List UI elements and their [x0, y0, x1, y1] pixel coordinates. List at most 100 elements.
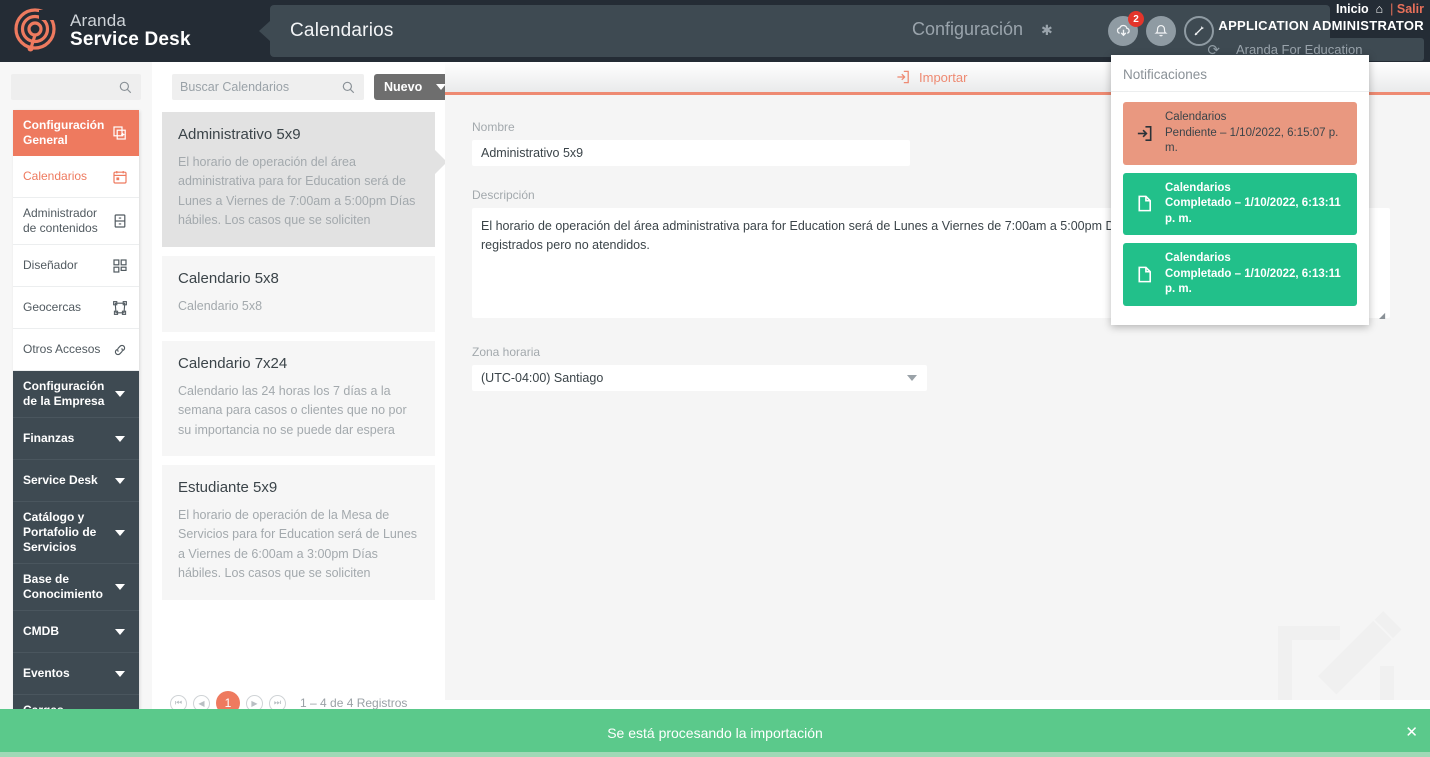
calendar-card-title: Calendario 5x8 — [178, 269, 279, 287]
import-label: Importar — [919, 69, 968, 85]
new-button[interactable]: Nuevo — [374, 74, 457, 100]
search-icon — [342, 81, 355, 93]
geofence-icon — [111, 300, 129, 316]
sidebar-item-label: Administrador de contenidos — [23, 206, 98, 235]
calendar-card-description: El horario de operación de la Mesa de Se… — [178, 508, 418, 581]
brand-logo-area[interactable]: Aranda Service Desk — [0, 0, 268, 62]
notification-item[interactable]: Calendarios Pendiente – 1/10/2022, 6:15:0… — [1123, 102, 1357, 165]
timezone-field-label: Zona horaria — [472, 345, 541, 359]
home-logout-row: Inicio ⌂ | Salir — [1207, 2, 1424, 16]
notification-title: Calendarios — [1165, 252, 1231, 265]
calendar-card[interactable]: Estudiante 5x9 El horario de operación de… — [162, 465, 435, 600]
sidebar-item-service-desk[interactable]: Service Desk — [13, 460, 139, 502]
name-input[interactable] — [472, 140, 910, 166]
sidebar-item-label: CMDB — [23, 624, 59, 638]
download-cloud-icon[interactable]: 2 — [1108, 11, 1144, 46]
sidebar-item-otros-accesos[interactable]: Otros Accesos — [13, 329, 139, 371]
calendar-card[interactable]: Administrativo 5x9 El horario de operació… — [162, 112, 447, 247]
header-icon-group: 2 — [1108, 11, 1214, 46]
sidebar-item-base-de-conocimiento[interactable]: Base de Conocimiento — [13, 564, 139, 611]
notification-title: Calendarios — [1165, 181, 1231, 194]
notification-status: Pendiente – 1/10/2022, 6:15:07 p. m. — [1165, 126, 1339, 155]
sidebar-item-label: Base de Conocimiento — [23, 572, 103, 601]
brand-line-2: Service Desk — [70, 28, 191, 50]
notifications-list: Calendarios Pendiente – 1/10/2022, 6:15:0… — [1111, 92, 1369, 306]
notification-item[interactable]: Calendarios Completado – 1/10/2022, 6:13:… — [1123, 243, 1357, 306]
sidebar-item-catálogo-y-portafolio-de-servicios[interactable]: Catálogo y Portafolio de Servicios — [13, 502, 139, 564]
sidebar-item-diseñador[interactable]: Diseñador — [13, 245, 139, 287]
chevron-down-icon — [111, 391, 129, 397]
sidebar-item-eventos[interactable]: Eventos — [13, 653, 139, 695]
sidebar-item-configuración-de-la-empresa[interactable]: Configuración de la Empresa — [13, 371, 139, 418]
sidebar-item-label: Catálogo y Portafolio de Servicios — [23, 510, 97, 554]
calendar-card-title: Estudiante 5x9 — [178, 479, 278, 496]
calendar-card-title: Administrativo 5x9 — [178, 126, 301, 143]
calendar-cards: Administrativo 5x9 El horario de operació… — [152, 112, 447, 600]
sidebar-nav-list: Configuración General Calendarios Administ… — [13, 110, 139, 742]
notification-status: Completado – 1/10/2022, 6:13:11 p. m. — [1165, 197, 1341, 225]
sidebar-item-calendarios[interactable]: Calendarios — [13, 156, 139, 198]
sidebar-item-label: Finanzas — [23, 431, 75, 445]
resize-handle[interactable]: ◢ — [1379, 311, 1387, 320]
document-icon — [1133, 265, 1155, 284]
application-window: Aranda Service Desk Calendarios Configur… — [0, 0, 1430, 757]
bell-icon[interactable] — [1146, 16, 1176, 46]
notification-item[interactable]: Calendarios Completado – 1/10/2022, 6:13:… — [1123, 172, 1357, 236]
search-input[interactable] — [180, 80, 341, 94]
import-button[interactable]: Importar — [895, 69, 967, 85]
chevron-down-icon — [111, 529, 129, 536]
calendar-list-panel: Nuevo Administrativo 5x9 El horario de op… — [152, 62, 457, 757]
archive-icon — [111, 213, 129, 229]
sidebar-item-label: Geocercas — [23, 300, 82, 314]
status-toast: Se está procesando la importación ✕ — [0, 709, 1430, 757]
grid-icon — [111, 258, 129, 274]
home-link[interactable]: Inicio — [1336, 2, 1369, 16]
toast-message: Se está procesando la importación — [607, 725, 823, 741]
sidebar-item-label: Calendarios — [23, 169, 88, 183]
sidebar-search-box[interactable] — [11, 74, 141, 100]
notification-text: Calendarios Completado – 1/10/2022, 6:13:… — [1165, 181, 1347, 228]
chevron-down-icon — [111, 628, 129, 635]
sidebar-item-geocercas[interactable]: Geocercas — [13, 287, 139, 329]
import-icon — [897, 70, 909, 84]
calendar-card[interactable]: Calendario 5x8 Calendario 5x8 — [162, 255, 435, 332]
configuration-menu-label[interactable]: Configuración — [912, 19, 1023, 40]
brand-line-1: Aranda — [70, 11, 127, 31]
separator: | — [1390, 2, 1394, 16]
new-button-label: Nuevo — [384, 80, 423, 94]
gear-icon[interactable]: ✱ — [1041, 22, 1053, 39]
sidebar-item-label: Otros Accesos — [23, 342, 101, 356]
notifications-panel: Notificaciones Calendarios Pendiente – 1/… — [1111, 55, 1369, 325]
sidebar-item-cmdb[interactable]: CMDB — [13, 611, 139, 653]
sidebar-item-finanzas[interactable]: Finanzas — [13, 418, 139, 460]
calendar-card-description: Calendario 5x8 — [178, 298, 263, 313]
top-header-bar: Aranda Service Desk Calendarios Configur… — [0, 0, 1430, 62]
logout-link[interactable]: Salir — [1397, 2, 1424, 16]
sidebar-item-label: Diseñador — [23, 258, 78, 272]
calendar-card[interactable]: Calendario 7x24 Calendario las 24 horas l… — [162, 340, 435, 456]
notification-text: Calendarios Pendiente – 1/10/2022, 6:15:0… — [1165, 110, 1347, 157]
sidebar-item-label: Configuración General — [23, 118, 105, 147]
calendar-card-description: El horario de operación del área adminis… — [178, 155, 416, 228]
search-icon — [119, 81, 132, 93]
list-search-box[interactable] — [172, 74, 364, 100]
close-icon[interactable]: ✕ — [1405, 723, 1418, 741]
sidebar-item-configuración-general[interactable]: Configuración General — [13, 110, 139, 156]
aranda-logo-icon — [12, 8, 58, 54]
notification-title: Calendarios — [1165, 111, 1227, 123]
import-icon — [1133, 124, 1155, 143]
home-icon[interactable]: ⌂ — [1372, 2, 1387, 16]
chevron-down-icon — [111, 584, 129, 590]
toast-progress-underline — [0, 752, 1430, 757]
notification-status: Completado – 1/10/2022, 6:13:11 p. m. — [1165, 267, 1341, 296]
user-block: Inicio ⌂ | Salir APPLICATION ADMINISTRAT… — [1207, 2, 1424, 61]
timezone-select[interactable]: (UTC-04:00) Santiago — [472, 365, 927, 391]
chevron-down-icon — [111, 477, 129, 484]
copy-add-icon — [111, 125, 129, 141]
list-toolbar: Nuevo — [152, 62, 457, 112]
calendar-card-title: Calendario 7x24 — [178, 354, 288, 372]
chevron-down-icon — [111, 670, 129, 677]
sidebar-item-administrador-de-contenidos[interactable]: Administrador de contenidos — [13, 198, 139, 245]
sidebar-item-label: Eventos — [23, 666, 70, 680]
chevron-down-icon — [111, 435, 129, 442]
